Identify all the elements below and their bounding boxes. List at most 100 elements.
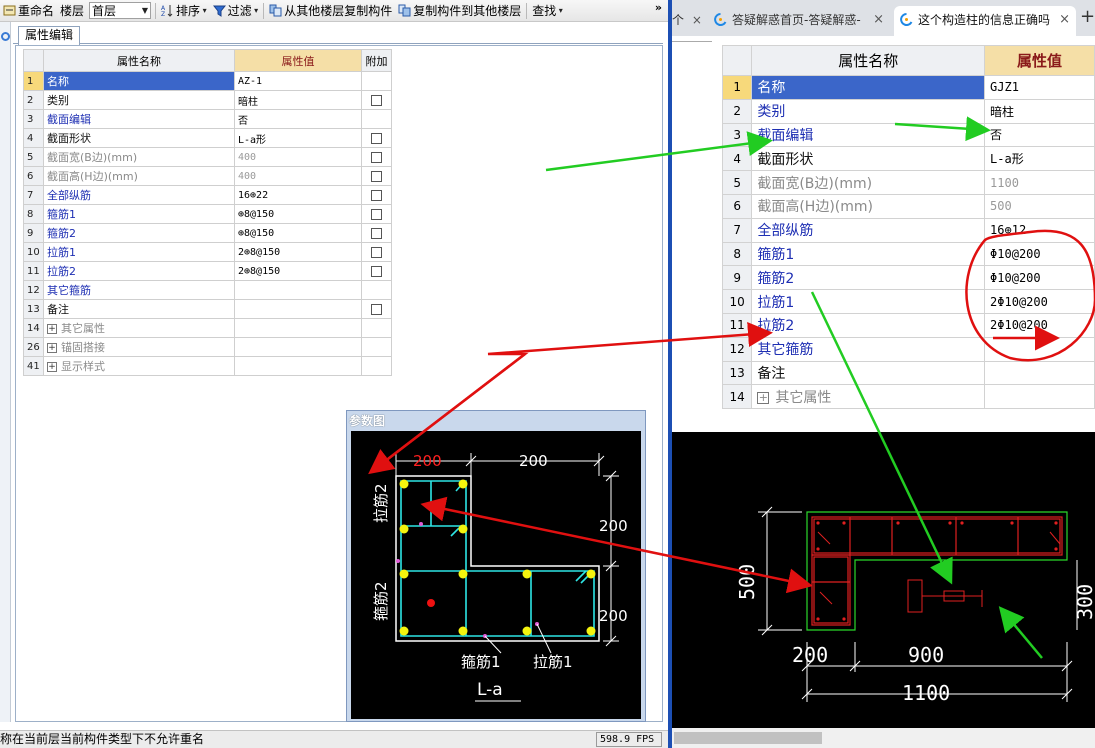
extra-checkbox[interactable]	[371, 190, 382, 201]
rename-button[interactable]: 重命名	[0, 0, 57, 22]
property-value[interactable]: 否	[234, 109, 362, 129]
extra-checkbox[interactable]	[371, 304, 382, 315]
sort-button[interactable]: AZ 排序 ▾	[158, 0, 210, 22]
property-name: 截面高(H边)(mm)	[751, 193, 986, 219]
property-name[interactable]: 箍筋1	[43, 204, 235, 224]
browser-tab-partial[interactable]: 个 ×	[672, 6, 704, 36]
refresh-icon[interactable]	[1, 32, 10, 41]
property-row[interactable]: 13 备注	[23, 299, 392, 319]
extra-cell[interactable]	[361, 166, 392, 186]
property-name[interactable]: 类别	[43, 90, 235, 110]
browser-tab-column-question[interactable]: 这个构造柱的信息正确吗 ×	[894, 6, 1076, 36]
property-value[interactable]: 2⊕8@150	[234, 261, 362, 281]
property-row[interactable]: 9 箍筋2 ⊕8@150	[23, 223, 392, 243]
browser-tab-qa-home[interactable]: 答疑解惑首页-答疑解惑- ×	[708, 6, 890, 36]
property-name-text: 截面编辑	[757, 127, 814, 144]
property-row[interactable]: 6 截面高(H边)(mm) 400	[23, 166, 392, 186]
property-row[interactable]: 12 其它箍筋	[23, 280, 392, 300]
property-value: Φ10@200	[984, 241, 1095, 267]
property-name[interactable]: + 锚固搭接	[43, 337, 235, 357]
property-name[interactable]: 全部纵筋	[43, 185, 235, 205]
expand-plus-icon: +	[757, 390, 770, 404]
property-row[interactable]: 4 截面形状 L-a形	[23, 128, 392, 148]
property-name[interactable]: 拉筋1	[43, 242, 235, 262]
property-name[interactable]: 截面高(H边)(mm)	[43, 166, 235, 186]
copy-to-floor-button[interactable]: 复制构件到其他楼层	[395, 0, 524, 22]
property-row[interactable]: 8 箍筋1 ⊕8@150	[23, 204, 392, 224]
tab-close-icon[interactable]: ×	[692, 13, 702, 27]
extra-cell[interactable]	[361, 204, 392, 224]
tab-close-icon[interactable]: ×	[1059, 6, 1070, 34]
cad-dim-200: 200	[792, 643, 828, 667]
property-name[interactable]: 截面宽(B边)(mm)	[43, 147, 235, 167]
property-value[interactable]: AZ-1	[234, 71, 362, 91]
property-value[interactable]: ⊕8@150	[234, 204, 362, 224]
property-value[interactable]: 400	[234, 147, 362, 167]
extra-checkbox[interactable]	[371, 266, 382, 277]
property-row[interactable]: 26 + 锚固搭接	[23, 337, 392, 357]
extra-cell[interactable]	[361, 261, 392, 281]
floor-label: 楼层	[57, 0, 87, 22]
property-name[interactable]: 名称	[43, 71, 235, 91]
extra-cell[interactable]	[361, 147, 392, 167]
extra-cell[interactable]	[361, 185, 392, 205]
tab-close-icon[interactable]: ×	[873, 6, 884, 34]
extra-checkbox[interactable]	[371, 152, 382, 163]
copy-from-floor-button[interactable]: 从其他楼层复制构件	[266, 0, 395, 22]
property-name[interactable]: 截面编辑	[43, 109, 235, 129]
property-name[interactable]: 备注	[43, 299, 235, 319]
extra-checkbox[interactable]	[371, 209, 382, 220]
expand-plus-icon[interactable]: +	[47, 362, 57, 372]
property-name[interactable]: + 其它属性	[43, 318, 235, 338]
property-row[interactable]: 3 截面编辑 否	[23, 109, 392, 129]
property-row[interactable]: 10 拉筋1 2⊕8@150	[23, 242, 392, 262]
horizontal-scrollbar[interactable]	[672, 728, 1095, 748]
extra-cell[interactable]	[361, 242, 392, 262]
extra-cell[interactable]	[361, 223, 392, 243]
property-row[interactable]: 41 + 显示样式	[23, 356, 392, 376]
tab-property-edit[interactable]: 属性编辑	[18, 26, 81, 45]
property-value: 暗柱	[984, 98, 1095, 124]
expand-plus-icon[interactable]: +	[47, 343, 57, 353]
property-name[interactable]: 其它箍筋	[43, 280, 235, 300]
property-name[interactable]: 截面形状	[43, 128, 235, 148]
property-name[interactable]: 拉筋2	[43, 261, 235, 281]
property-value[interactable]: L-a形	[234, 128, 362, 148]
property-row[interactable]: 14 + 其它属性	[23, 318, 392, 338]
property-value[interactable]: 暗柱	[234, 90, 362, 110]
property-name: + 其它属性	[751, 384, 986, 410]
property-value[interactable]: 400	[234, 166, 362, 186]
scrollbar-thumb[interactable]	[674, 732, 822, 744]
property-row[interactable]: 2 类别 暗柱	[23, 90, 392, 110]
extra-checkbox[interactable]	[371, 247, 382, 258]
rename-icon	[3, 5, 16, 16]
property-row[interactable]: 1 名称 AZ-1	[23, 71, 392, 91]
property-name[interactable]: 箍筋2	[43, 223, 235, 243]
extra-cell[interactable]	[361, 90, 392, 110]
extra-checkbox[interactable]	[371, 133, 382, 144]
extra-cell[interactable]	[361, 128, 392, 148]
property-row[interactable]: 5 截面宽(B边)(mm) 400	[23, 147, 392, 167]
property-value[interactable]	[234, 299, 362, 319]
extra-checkbox[interactable]	[371, 228, 382, 239]
extra-checkbox[interactable]	[371, 171, 382, 182]
property-value[interactable]	[234, 337, 362, 357]
new-tab-button[interactable]: +	[1080, 6, 1095, 27]
property-row[interactable]: 11 拉筋2 2⊕8@150	[23, 261, 392, 281]
toolbar-overflow-button[interactable]: »	[655, 1, 662, 14]
property-value[interactable]	[234, 356, 362, 376]
property-value[interactable]: 2⊕8@150	[234, 242, 362, 262]
expand-plus-icon[interactable]: +	[47, 324, 57, 334]
filter-button[interactable]: 过滤 ▾	[210, 0, 262, 22]
property-row[interactable]: 7 全部纵筋 16⊕22	[23, 185, 392, 205]
extra-cell[interactable]	[361, 299, 392, 319]
find-button[interactable]: 查找 ▾	[529, 0, 566, 22]
floor-select[interactable]: 首层 ▼	[89, 2, 152, 19]
property-value[interactable]	[234, 280, 362, 300]
property-value[interactable]	[234, 318, 362, 338]
property-name[interactable]: + 显示样式	[43, 356, 235, 376]
row-number: 4	[721, 146, 753, 172]
property-value[interactable]: ⊕8@150	[234, 223, 362, 243]
property-value[interactable]: 16⊕22	[234, 185, 362, 205]
extra-checkbox[interactable]	[371, 95, 382, 106]
